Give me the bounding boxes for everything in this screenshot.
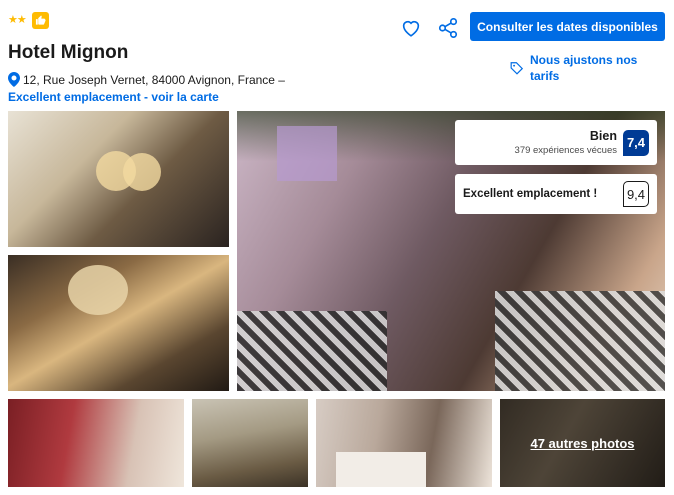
share-icon: [438, 18, 458, 38]
share-button[interactable]: [437, 17, 459, 39]
address: 12, Rue Joseph Vernet, 84000 Avignon, Fr…: [8, 72, 285, 87]
thumbs-up-icon: [31, 12, 49, 29]
heart-icon: [402, 20, 420, 37]
more-photos-tile[interactable]: 47 autres photos: [500, 399, 665, 487]
gallery-photo[interactable]: [8, 255, 229, 391]
tag-icon: [510, 62, 524, 75]
location-score-label: Excellent emplacement !: [463, 188, 598, 200]
check-availability-button[interactable]: Consulter les dates disponibles: [470, 12, 665, 41]
review-count: 379 expériences vécues: [514, 145, 617, 156]
map-pin-icon: [8, 72, 20, 87]
gallery-photo[interactable]: [316, 399, 492, 487]
hotel-name: Hotel Mignon: [8, 42, 129, 63]
more-photos-label: 47 autres photos: [530, 435, 635, 451]
review-score-badge: 7,4: [623, 129, 649, 156]
save-favorite-button[interactable]: [400, 17, 422, 39]
review-score-card[interactable]: Bien 379 expériences vécues 7,4: [455, 120, 657, 165]
gallery-photo[interactable]: [192, 399, 308, 487]
location-map-link[interactable]: Excellent emplacement - voir la carte: [8, 90, 219, 104]
gallery-photo[interactable]: [8, 111, 229, 247]
price-match-text: Nous ajustons nos tarifs: [530, 53, 638, 84]
address-text: 12, Rue Joseph Vernet, 84000 Avignon, Fr…: [23, 72, 285, 87]
gallery-photo[interactable]: [8, 399, 184, 487]
price-match-link[interactable]: Nous ajustons nos tarifs: [510, 52, 645, 84]
star-icon: ★★: [8, 14, 27, 26]
location-score-badge: 9,4: [623, 181, 649, 207]
review-word: Bien: [589, 129, 617, 143]
location-score-card[interactable]: Excellent emplacement ! 9,4: [455, 174, 657, 214]
star-rating: ★★: [8, 12, 49, 29]
